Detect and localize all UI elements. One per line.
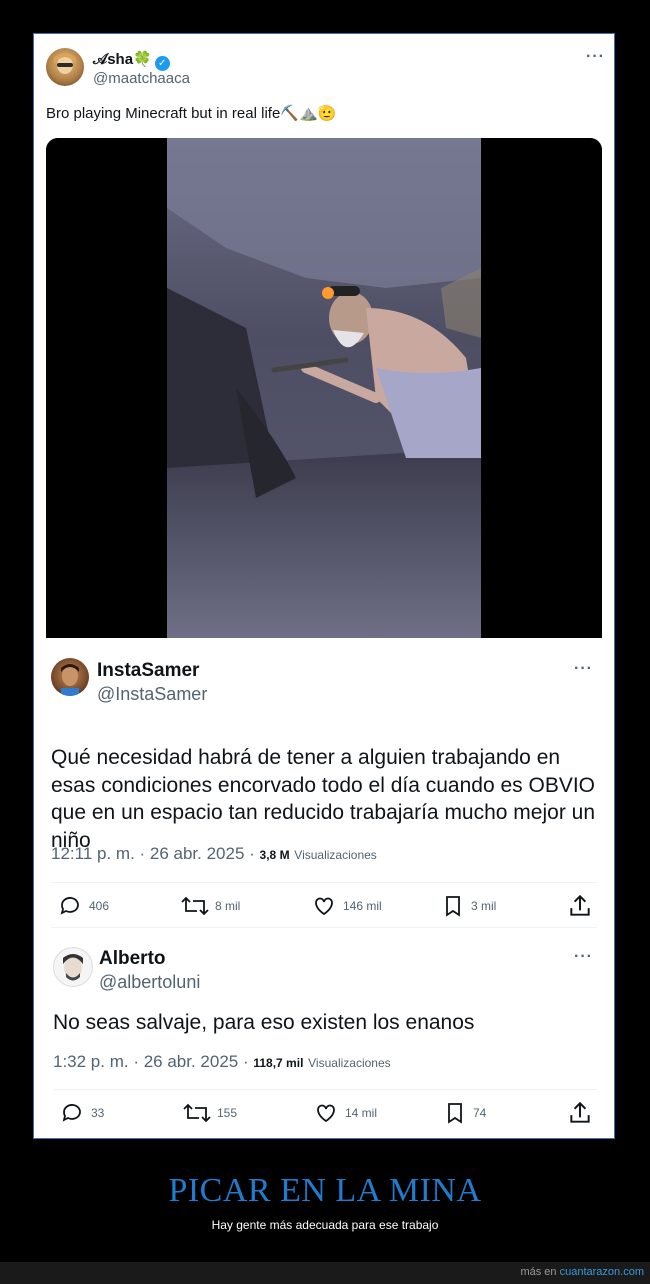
mine-video-thumbnail	[46, 138, 602, 638]
caption-title: PICAR EN LA MINA	[168, 1172, 482, 1209]
reply-count: 33	[91, 1106, 105, 1120]
bookmark-icon	[448, 1103, 462, 1124]
reply-count: 406	[89, 899, 110, 913]
footer-site-link[interactable]: cuantarazon.com	[560, 1266, 644, 1278]
reply-icon	[60, 897, 79, 915]
reply-icon	[62, 1104, 81, 1122]
divider	[51, 882, 597, 883]
instasamer-timestamp[interactable]: 12:11 p. m. · 26 abr. 2025 ·	[51, 844, 255, 863]
repost-icon	[183, 1103, 211, 1123]
reply-button[interactable]: 33	[59, 1098, 104, 1128]
share-button[interactable]	[567, 891, 599, 921]
divider	[51, 927, 597, 928]
tweet-media[interactable]	[46, 138, 602, 638]
instasamer-more-icon[interactable]: ···	[574, 660, 593, 678]
divider	[53, 1089, 597, 1090]
author-avatar[interactable]	[46, 48, 84, 86]
instasamer-handle[interactable]: @InstaSamer	[97, 684, 207, 705]
footer-prefix: más en	[520, 1266, 557, 1278]
repost-count: 155	[217, 1106, 238, 1120]
more-options-icon[interactable]: ···	[586, 48, 605, 66]
bookmark-count: 3 mil	[471, 899, 497, 913]
instasamer-text: Qué necesidad habrá de tener a alguien t…	[51, 746, 596, 852]
alberto-views-label: Visualizaciones	[308, 1056, 391, 1070]
instasamer-name[interactable]: InstaSamer	[97, 660, 199, 682]
reply-button[interactable]: 406	[57, 891, 109, 921]
site-footer: más en cuantarazon.com	[0, 1262, 650, 1284]
heart-icon	[317, 1104, 335, 1123]
alberto-text: No seas salvaje, para eso existen los en…	[53, 1011, 475, 1034]
footer-credit: más en cuantarazon.com	[520, 1266, 644, 1278]
share-icon	[570, 1101, 590, 1123]
bookmark-count: 74	[473, 1106, 487, 1120]
caption-subtitle: Hay gente más adecuada para ese trabajo	[211, 1218, 439, 1232]
alberto-timestamp[interactable]: 1:32 p. m. · 26 abr. 2025 ·	[53, 1052, 249, 1071]
like-count: 146 mil	[343, 899, 382, 913]
instasamer-avatar-image	[61, 664, 79, 696]
like-count: 14 mil	[345, 1106, 378, 1120]
avatar-image	[54, 53, 76, 74]
instasamer-action-bar: 406 8 mil 146 mil 3 mil	[51, 891, 599, 921]
author-name-row[interactable]: 𝒜sha🍀 ✓	[93, 50, 170, 71]
bookmark-button[interactable]: 3 mil	[441, 891, 496, 921]
instasamer-meta: 12:11 p. m. · 26 abr. 2025 · 3,8 M Visua…	[51, 844, 377, 864]
author-handle[interactable]: @maatchaaca	[93, 70, 190, 87]
share-icon	[570, 894, 590, 916]
alberto-views-count: 118,7 mil	[253, 1056, 304, 1070]
alberto-avatar-image	[63, 954, 83, 981]
share-button[interactable]	[567, 1098, 599, 1128]
alberto-action-bar: 33 155 14 mil 74	[53, 1098, 601, 1128]
alberto-name[interactable]: Alberto	[99, 948, 166, 970]
repost-icon	[181, 896, 209, 916]
instasamer-views-label: Visualizaciones	[294, 848, 377, 862]
verified-badge-icon: ✓	[154, 56, 170, 71]
alberto-meta: 1:32 p. m. · 26 abr. 2025 · 118,7 mil Vi…	[53, 1052, 391, 1072]
repost-count: 8 mil	[215, 899, 241, 913]
bookmark-icon	[446, 896, 460, 917]
instasamer-avatar[interactable]	[51, 658, 89, 696]
tweet-text: Bro playing Minecraft but in real life⛏️…	[46, 105, 337, 122]
author-name[interactable]: 𝒜sha🍀	[93, 51, 152, 68]
heart-icon	[315, 897, 333, 916]
like-button[interactable]: 14 mil	[313, 1098, 377, 1128]
like-button[interactable]: 146 mil	[311, 891, 382, 921]
repost-button[interactable]: 8 mil	[181, 891, 240, 921]
alberto-avatar[interactable]	[53, 947, 93, 987]
repost-button[interactable]: 155	[183, 1098, 237, 1128]
alberto-handle[interactable]: @albertoluni	[99, 972, 200, 993]
bookmark-button[interactable]: 74	[443, 1098, 486, 1128]
post-card: 𝒜sha🍀 ✓ @maatchaaca ··· Bro playing Minec…	[33, 33, 615, 1139]
instasamer-views-count: 3,8 M	[259, 848, 290, 862]
alberto-more-icon[interactable]: ···	[574, 948, 593, 966]
